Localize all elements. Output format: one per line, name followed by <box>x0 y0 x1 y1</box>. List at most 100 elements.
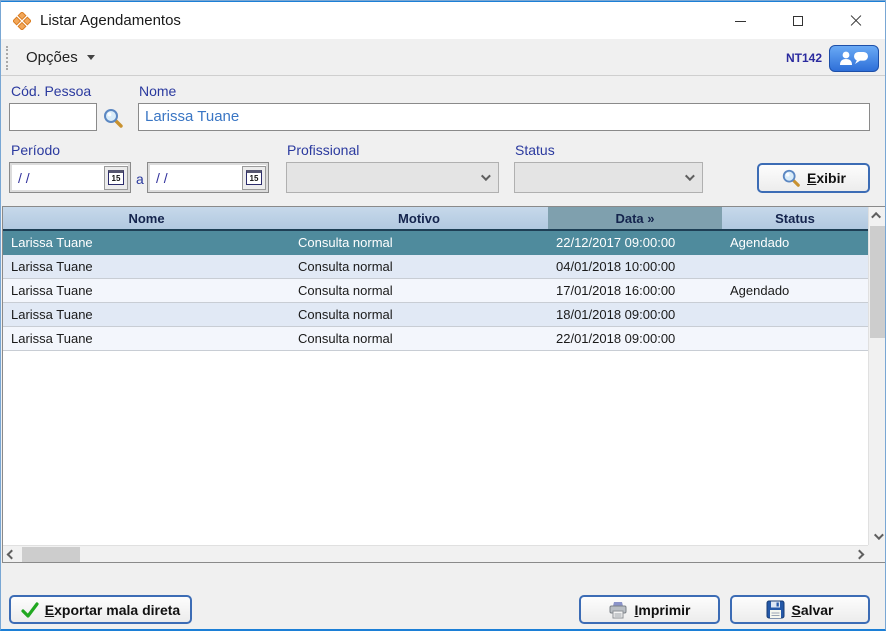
profissional-label: Profissional <box>287 142 359 158</box>
status-select[interactable] <box>514 162 703 193</box>
table-main: Nome Motivo Data » Status Larissa TuaneC… <box>3 207 868 545</box>
maximize-button[interactable] <box>769 2 827 40</box>
horizontal-scrollbar[interactable] <box>3 545 868 562</box>
calendar-icon: 15 <box>246 170 262 185</box>
minimize-button[interactable] <box>711 2 769 40</box>
chevron-down-icon <box>874 530 884 540</box>
status-label: Status <box>515 142 555 158</box>
appointments-table: Nome Motivo Data » Status Larissa TuaneC… <box>2 206 886 563</box>
chevron-up-icon <box>871 212 881 222</box>
profissional-select[interactable] <box>286 162 499 193</box>
date-to-input[interactable]: / / 15 <box>147 162 269 193</box>
titlebar: Listar Agendamentos <box>1 1 885 39</box>
cell-nome[interactable]: Larissa Tuane <box>3 279 290 302</box>
cod-pessoa-input[interactable] <box>9 103 97 131</box>
column-header-data[interactable]: Data » <box>548 207 722 229</box>
chevron-left-icon <box>7 550 17 560</box>
column-header-nome[interactable]: Nome <box>3 207 290 229</box>
imprimir-button[interactable]: Imprimir <box>579 595 720 624</box>
window: Listar Agendamentos Opções NT142 <box>0 0 886 631</box>
toolbar-grip[interactable] <box>6 46 8 70</box>
cell-data[interactable]: 18/01/2018 09:00:00 <box>548 303 722 326</box>
table-row[interactable]: Larissa TuaneConsulta normal17/01/2018 1… <box>3 279 868 303</box>
date-range-separator: a <box>136 171 144 187</box>
table-empty-area <box>3 351 868 545</box>
scroll-left-button[interactable] <box>3 546 20 563</box>
cell-data[interactable]: 17/01/2018 16:00:00 <box>548 279 722 302</box>
table-row[interactable]: Larissa TuaneConsulta normal22/12/2017 0… <box>3 231 868 255</box>
imprimir-label: Imprimir <box>634 602 690 618</box>
chevron-right-icon <box>855 550 865 560</box>
window-controls <box>711 2 885 40</box>
cell-nome[interactable]: Larissa Tuane <box>3 303 290 326</box>
salvar-button[interactable]: Salvar <box>730 595 870 624</box>
cell-nome[interactable]: Larissa Tuane <box>3 255 290 278</box>
footer: Exportar mala direta Imprimir Salvar <box>1 563 885 630</box>
vertical-scroll-thumb[interactable] <box>870 226 885 338</box>
scrollbar-corner <box>868 545 885 562</box>
toolbar-right: NT142 <box>786 40 879 76</box>
date-from-input[interactable]: / / 15 <box>9 162 131 193</box>
chevron-down-icon <box>87 55 95 60</box>
table-rows: Larissa TuaneConsulta normal22/12/2017 0… <box>3 231 868 545</box>
cell-motivo[interactable]: Consulta normal <box>290 279 548 302</box>
cell-data[interactable]: 22/12/2017 09:00:00 <box>548 231 722 254</box>
date-from-value[interactable]: / / <box>10 170 104 186</box>
save-disk-icon <box>766 600 785 619</box>
close-button[interactable] <box>827 2 885 40</box>
filter-panel: Cód. Pessoa Nome Larissa Tuane Período /… <box>1 76 885 206</box>
date-from-calendar-button[interactable]: 15 <box>104 166 128 190</box>
options-menu-button[interactable]: Opções <box>18 45 103 70</box>
exibir-label: Exibir <box>807 170 846 186</box>
cell-motivo[interactable]: Consulta normal <box>290 303 548 326</box>
person-chat-icon <box>837 49 871 67</box>
cell-nome[interactable]: Larissa Tuane <box>3 231 290 254</box>
cell-nome[interactable]: Larissa Tuane <box>3 327 290 350</box>
export-mala-direta-button[interactable]: Exportar mala direta <box>9 595 192 624</box>
export-label: Exportar mala direta <box>45 602 180 618</box>
chevron-down-icon <box>685 171 695 181</box>
cell-motivo[interactable]: Consulta normal <box>290 231 548 254</box>
salvar-label: Salvar <box>791 602 833 618</box>
minimize-icon <box>735 21 746 22</box>
vertical-scrollbar[interactable] <box>868 207 885 545</box>
green-check-icon <box>21 602 39 618</box>
column-header-motivo[interactable]: Motivo <box>290 207 548 229</box>
contact-button[interactable] <box>829 45 879 72</box>
scroll-right-button[interactable] <box>851 546 868 563</box>
options-label: Opções <box>26 49 78 66</box>
nt-code-badge: NT142 <box>786 51 822 65</box>
calendar-icon: 15 <box>108 170 124 185</box>
periodo-label: Período <box>11 142 60 158</box>
nome-input[interactable]: Larissa Tuane <box>138 103 870 131</box>
chevron-down-icon <box>481 171 491 181</box>
maximize-icon <box>793 16 803 26</box>
cell-status[interactable] <box>722 327 868 350</box>
search-person-icon[interactable] <box>102 107 124 129</box>
cod-pessoa-label: Cód. Pessoa <box>11 83 91 99</box>
close-icon <box>850 15 862 27</box>
cell-data[interactable]: 22/01/2018 09:00:00 <box>548 327 722 350</box>
cell-motivo[interactable]: Consulta normal <box>290 255 548 278</box>
app-icon <box>13 12 31 30</box>
search-icon <box>781 168 801 188</box>
cell-status[interactable]: Agendado <box>722 279 868 302</box>
table-row[interactable]: Larissa TuaneConsulta normal18/01/2018 0… <box>3 303 868 327</box>
cell-data[interactable]: 04/01/2018 10:00:00 <box>548 255 722 278</box>
cell-status[interactable] <box>722 255 868 278</box>
page-title: Listar Agendamentos <box>40 12 181 29</box>
horizontal-scroll-thumb[interactable] <box>22 547 80 562</box>
table-header: Nome Motivo Data » Status <box>3 207 868 231</box>
toolbar: Opções NT142 <box>1 40 885 76</box>
date-to-calendar-button[interactable]: 15 <box>242 166 266 190</box>
date-to-value[interactable]: / / <box>148 170 242 186</box>
cell-motivo[interactable]: Consulta normal <box>290 327 548 350</box>
scroll-up-button[interactable] <box>869 207 886 224</box>
table-row[interactable]: Larissa TuaneConsulta normal22/01/2018 0… <box>3 327 868 351</box>
exibir-button[interactable]: Exibir <box>757 163 870 193</box>
cell-status[interactable] <box>722 303 868 326</box>
cell-status[interactable]: Agendado <box>722 231 868 254</box>
scroll-down-button[interactable] <box>869 528 886 545</box>
table-row[interactable]: Larissa TuaneConsulta normal04/01/2018 1… <box>3 255 868 279</box>
column-header-status[interactable]: Status <box>722 207 868 229</box>
